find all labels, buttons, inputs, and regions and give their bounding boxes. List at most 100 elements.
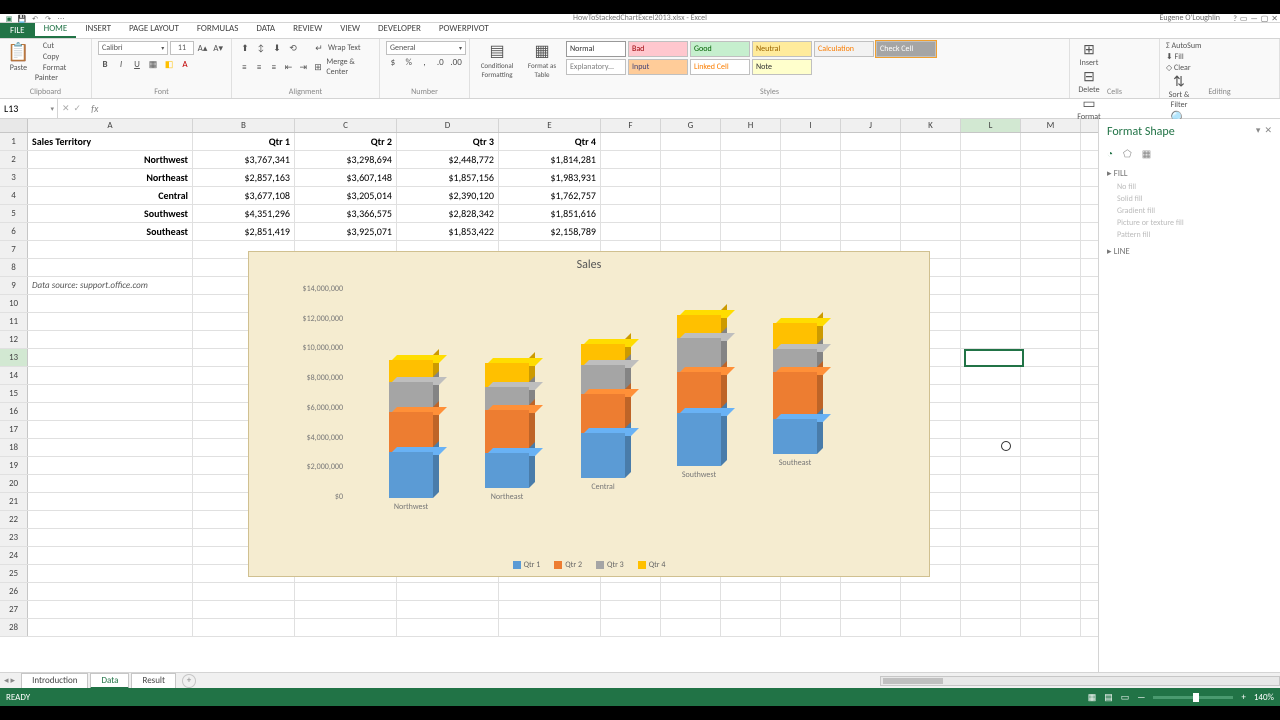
cell-K3[interactable] xyxy=(901,169,961,186)
cell-M21[interactable] xyxy=(1021,493,1081,510)
align-bottom-icon[interactable]: ⬇ xyxy=(270,41,284,55)
cell-L26[interactable] xyxy=(961,583,1021,600)
add-sheet-button[interactable]: + xyxy=(182,674,196,688)
indent-inc-icon[interactable]: ⇥ xyxy=(297,60,310,74)
user-name[interactable]: Eugene O'Loughlin xyxy=(1160,13,1220,23)
cell-K1[interactable] xyxy=(901,133,961,150)
cell-G5[interactable] xyxy=(661,205,721,222)
cell-D5[interactable]: $2,828,342 xyxy=(397,205,499,222)
underline-button[interactable]: U xyxy=(130,57,144,71)
cell-style-check-cell[interactable]: Check Cell xyxy=(876,41,936,57)
cell-F6[interactable] xyxy=(601,223,661,240)
row-header-28[interactable]: 28 xyxy=(0,619,28,636)
cell-J3[interactable] xyxy=(841,169,901,186)
font-name-select[interactable]: Calibri▾ xyxy=(98,41,168,55)
cell-B28[interactable] xyxy=(193,619,295,636)
cell-L21[interactable] xyxy=(961,493,1021,510)
cell-B27[interactable] xyxy=(193,601,295,618)
cell-L9[interactable] xyxy=(961,277,1021,294)
cell-style-neutral[interactable]: Neutral xyxy=(752,41,812,57)
cell-C1[interactable]: Qtr 2 xyxy=(295,133,397,150)
row-header-19[interactable]: 19 xyxy=(0,457,28,474)
tab-page-layout[interactable]: PAGE LAYOUT xyxy=(120,21,188,38)
cell-A24[interactable] xyxy=(28,547,193,564)
cell-A21[interactable] xyxy=(28,493,193,510)
enter-formula-icon[interactable]: ✓ xyxy=(74,103,82,114)
cell-style-input[interactable]: Input xyxy=(628,59,688,75)
row-header-24[interactable]: 24 xyxy=(0,547,28,564)
view-normal-icon[interactable]: ▦ xyxy=(1088,692,1097,703)
cell-A13[interactable] xyxy=(28,349,193,366)
cell-M16[interactable] xyxy=(1021,403,1081,420)
cell-style-bad[interactable]: Bad xyxy=(628,41,688,57)
tab-insert[interactable]: INSERT xyxy=(76,21,120,38)
merge-button[interactable]: ⊞ xyxy=(312,60,325,74)
row-header-14[interactable]: 14 xyxy=(0,367,28,384)
cell-E4[interactable]: $1,762,757 xyxy=(499,187,601,204)
sheet-tab-introduction[interactable]: Introduction xyxy=(21,673,88,689)
cell-D4[interactable]: $2,390,120 xyxy=(397,187,499,204)
column-header-E[interactable]: E xyxy=(499,119,601,132)
cell-E3[interactable]: $1,983,931 xyxy=(499,169,601,186)
row-header-16[interactable]: 16 xyxy=(0,403,28,420)
zoom-slider[interactable] xyxy=(1153,696,1233,699)
worksheet-grid[interactable]: ABCDEFGHIJKLM 1Sales TerritoryQtr 1Qtr 2… xyxy=(0,119,1098,674)
cell-F2[interactable] xyxy=(601,151,661,168)
panel-dropdown-icon[interactable]: ▾ xyxy=(1256,125,1261,136)
row-header-15[interactable]: 15 xyxy=(0,385,28,402)
fill-line-tab-icon[interactable]: ◔ xyxy=(1107,147,1113,160)
cell-A10[interactable] xyxy=(28,295,193,312)
cell-M20[interactable] xyxy=(1021,475,1081,492)
cell-L4[interactable] xyxy=(961,187,1021,204)
cell-M24[interactable] xyxy=(1021,547,1081,564)
select-all-corner[interactable] xyxy=(0,119,28,132)
row-header-1[interactable]: 1 xyxy=(0,133,28,150)
cell-D3[interactable]: $1,857,156 xyxy=(397,169,499,186)
row-header-6[interactable]: 6 xyxy=(0,223,28,240)
cell-L28[interactable] xyxy=(961,619,1021,636)
cell-M19[interactable] xyxy=(1021,457,1081,474)
cell-C28[interactable] xyxy=(295,619,397,636)
cell-A16[interactable] xyxy=(28,403,193,420)
cell-A22[interactable] xyxy=(28,511,193,528)
cell-L11[interactable] xyxy=(961,313,1021,330)
align-center-icon[interactable]: ≡ xyxy=(253,60,266,74)
cell-M7[interactable] xyxy=(1021,241,1081,258)
cell-K28[interactable] xyxy=(901,619,961,636)
cell-I26[interactable] xyxy=(781,583,841,600)
wrap-text-button[interactable]: ↵ xyxy=(312,41,326,55)
cell-E2[interactable]: $1,814,281 xyxy=(499,151,601,168)
cell-G28[interactable] xyxy=(661,619,721,636)
cell-M5[interactable] xyxy=(1021,205,1081,222)
row-header-26[interactable]: 26 xyxy=(0,583,28,600)
cell-F28[interactable] xyxy=(601,619,661,636)
row-header-10[interactable]: 10 xyxy=(0,295,28,312)
column-header-M[interactable]: M xyxy=(1021,119,1081,132)
cell-A14[interactable] xyxy=(28,367,193,384)
cell-G6[interactable] xyxy=(661,223,721,240)
cell-K6[interactable] xyxy=(901,223,961,240)
cell-C27[interactable] xyxy=(295,601,397,618)
indent-dec-icon[interactable]: ⇤ xyxy=(282,60,295,74)
cell-L15[interactable] xyxy=(961,385,1021,402)
cell-A2[interactable]: Northwest xyxy=(28,151,193,168)
cell-A9[interactable]: Data source: support.office.com xyxy=(28,277,193,294)
cell-C26[interactable] xyxy=(295,583,397,600)
cell-style-note[interactable]: Note xyxy=(752,59,812,75)
size-tab-icon[interactable]: ▦ xyxy=(1142,147,1151,160)
column-header-C[interactable]: C xyxy=(295,119,397,132)
zoom-in-icon[interactable]: + xyxy=(1241,692,1245,703)
cell-M25[interactable] xyxy=(1021,565,1081,582)
align-top-icon[interactable]: ⬆ xyxy=(238,41,252,55)
cell-L17[interactable] xyxy=(961,421,1021,438)
cell-D26[interactable] xyxy=(397,583,499,600)
cell-M12[interactable] xyxy=(1021,331,1081,348)
cell-A28[interactable] xyxy=(28,619,193,636)
column-header-D[interactable]: D xyxy=(397,119,499,132)
sheet-nav-next-icon[interactable]: ▸ xyxy=(11,675,16,686)
view-pagebreak-icon[interactable]: ▭ xyxy=(1121,692,1130,703)
panel-close-icon[interactable]: ✕ xyxy=(1264,125,1272,136)
cell-K4[interactable] xyxy=(901,187,961,204)
column-header-K[interactable]: K xyxy=(901,119,961,132)
line-section[interactable]: ▸ LINE xyxy=(1107,246,1272,257)
